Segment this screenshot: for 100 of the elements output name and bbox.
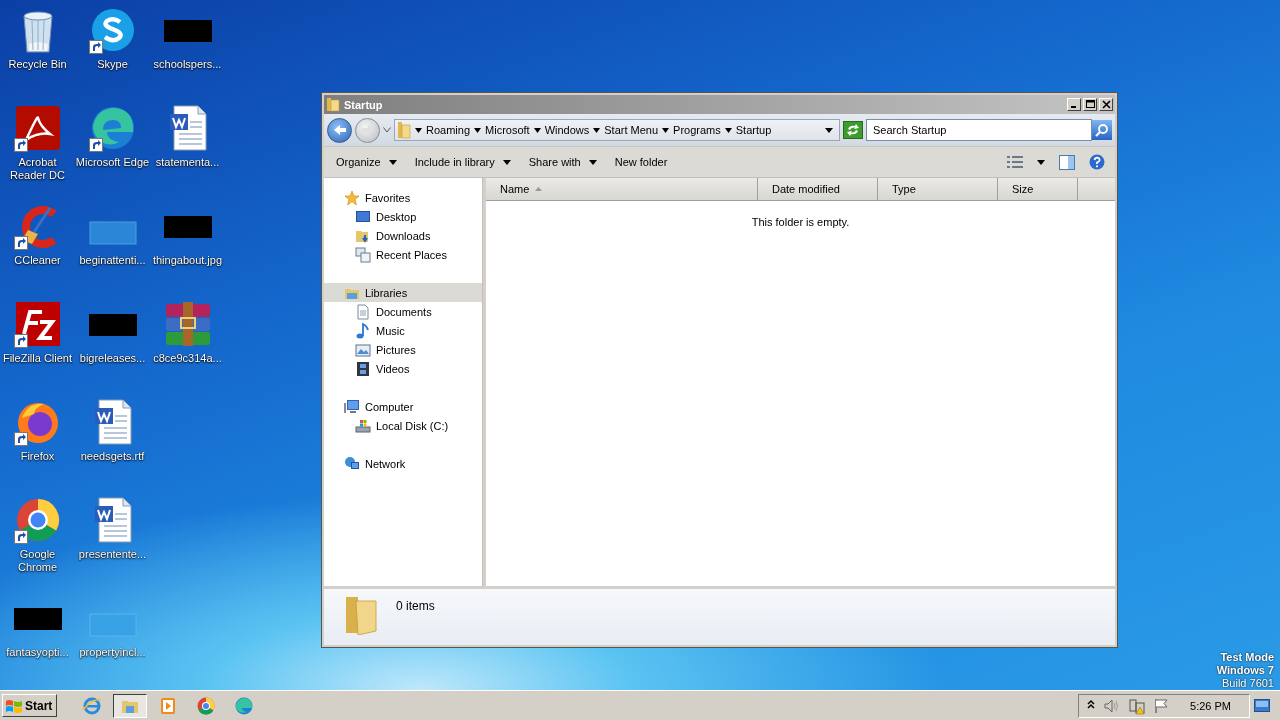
star-icon	[344, 189, 360, 206]
windows-flag-icon	[5, 697, 23, 714]
desktop-icon-label[interactable]: Google Chrome	[0, 548, 75, 574]
breadcrumb-link[interactable]: Roaming	[426, 124, 471, 136]
music-note-icon	[355, 322, 371, 339]
desktop-icon-label[interactable]: c8ce9c314a...	[153, 352, 222, 365]
desktop-icon-label[interactable]: Recycle Bin	[8, 58, 67, 71]
globe-e-icon	[82, 695, 103, 716]
minimize-button[interactable]	[1067, 98, 1081, 111]
nav-item-label: Favorites	[365, 191, 411, 204]
desktop-icon-label[interactable]: beginattenti...	[79, 254, 146, 267]
nav-item-label: Recent Places	[376, 248, 447, 261]
network-warning-icon[interactable]	[1128, 696, 1146, 715]
window-title: Startup	[344, 98, 384, 111]
desktop-icon-label[interactable]: bigreleases...	[79, 352, 146, 365]
nav-pane-item[interactable]: Local Disk (C:)	[324, 416, 482, 435]
search-icon	[1095, 123, 1109, 137]
caret-icon[interactable]	[724, 127, 732, 133]
desktop-icon-label[interactable]: statementa...	[155, 156, 220, 169]
toolbar-button[interactable]: Organize	[330, 153, 403, 171]
nav-item-label: Documents	[376, 305, 432, 318]
desktop-icon-label[interactable]: schoolspers...	[153, 58, 222, 71]
folder-icon	[397, 121, 411, 139]
column-header[interactable]: Size	[998, 178, 1078, 200]
nav-pane-item[interactable]: Pictures	[324, 340, 482, 359]
breadcrumb-link[interactable]: Start Menu	[604, 124, 659, 136]
empty-folder-message: This folder is empty.	[750, 215, 851, 228]
system-notice-text: Test Mode	[1219, 651, 1274, 664]
back-button[interactable]	[327, 117, 352, 143]
nav-item-label: Computer	[365, 400, 414, 413]
taskbar-app-button[interactable]	[113, 693, 148, 718]
desktop-icon-label[interactable]: FileZilla Client	[2, 352, 73, 365]
nav-item-label: Desktop	[376, 210, 417, 223]
caret-icon[interactable]	[415, 127, 422, 133]
caret-icon[interactable]	[474, 127, 482, 133]
pane-layout-icon	[1059, 154, 1075, 170]
caret-icon[interactable]	[593, 127, 601, 133]
breadcrumb-link[interactable]: Microsoft	[485, 124, 530, 136]
nav-pane-item[interactable]: Network	[324, 454, 482, 473]
archive-books-icon[interactable]	[163, 300, 212, 348]
maximize-icon	[1085, 100, 1095, 109]
wave-browser-icon	[234, 695, 255, 716]
desktop-icon-label[interactable]: Acrobat Reader DC	[0, 156, 75, 182]
desktop-icon-label[interactable]: Skype	[97, 58, 128, 71]
caret-icon[interactable]	[662, 127, 670, 133]
close-icon	[1101, 100, 1111, 109]
column-header[interactable]: Type	[878, 178, 998, 200]
monitor-icon	[355, 208, 371, 225]
nav-item-label: Pictures	[376, 343, 416, 356]
computer-icon	[344, 398, 360, 415]
caret-icon	[1037, 159, 1045, 165]
search-field[interactable]: Search Startup	[866, 119, 1092, 141]
nav-item-label: Local Disk (C:)	[376, 419, 449, 432]
column-header[interactable]: Date modified	[758, 178, 878, 200]
system-notice-text: Build 7601	[1221, 677, 1274, 690]
refresh-arrows-icon	[846, 124, 860, 136]
landscape-picture-icon	[355, 341, 371, 358]
desktop-icon-label[interactable]: presentente...	[78, 548, 147, 561]
nav-pane-item[interactable]: Desktop	[324, 207, 482, 226]
nav-pane-item[interactable]: Documents	[324, 302, 482, 321]
nav-pane-item[interactable]: Computer	[324, 397, 482, 416]
nav-pane-item[interactable]: Libraries	[324, 283, 482, 302]
clock[interactable]: 5:26 PM	[1176, 699, 1241, 712]
system-notice-text: Windows 7	[1216, 664, 1274, 677]
ftp-app-icon[interactable]	[13, 300, 62, 348]
flag-icon[interactable]	[1153, 696, 1169, 715]
column-header[interactable]: Name	[486, 178, 758, 200]
windows-stack-icon	[355, 246, 371, 263]
desktop-icon-label[interactable]: Microsoft Edge	[75, 156, 150, 169]
nav-pane-item[interactable]: Recent Places	[324, 245, 482, 264]
breadcrumb-link[interactable]: Windows	[544, 124, 590, 136]
toolbar-button[interactable]: Share with	[522, 153, 603, 171]
dropdown-caret-icon[interactable]	[825, 127, 833, 133]
desktop-icon-label[interactable]: thingabout.jpg	[152, 254, 223, 267]
desktop-icon-label[interactable]: needsgets.rtf	[80, 450, 145, 463]
desktop-icon-label[interactable]: Firefox	[20, 450, 55, 463]
folder-icon	[326, 97, 340, 112]
nav-pane-item[interactable]: Downloads	[324, 226, 482, 245]
breadcrumb-link[interactable]: Programs	[673, 124, 721, 136]
nav-pane-item[interactable]: Favorites	[324, 188, 482, 207]
back-arrow-icon	[332, 124, 347, 136]
show-desktop-icon[interactable]	[1254, 698, 1270, 713]
close-button[interactable]	[1099, 98, 1113, 111]
toolbar-button[interactable]: Include in library	[408, 153, 517, 171]
start-button[interactable]: Start	[2, 694, 58, 717]
breadcrumb-link[interactable]: Startup	[735, 124, 772, 136]
nav-item-label: Music	[376, 324, 405, 337]
nav-pane-item[interactable]: Music	[324, 321, 482, 340]
address-bar[interactable]: Roaming Microsoft Windows Start Menu Programs Startup	[394, 119, 840, 141]
refresh-button[interactable]	[843, 121, 863, 139]
toolbar-button[interactable]: New folder	[608, 153, 674, 171]
search-button[interactable]	[1092, 120, 1112, 140]
nav-pane-item[interactable]: Videos	[324, 359, 482, 378]
maximize-button[interactable]	[1083, 98, 1097, 111]
desktop-icon-label[interactable]: CCleaner	[14, 254, 61, 267]
item-count: 0 items	[396, 598, 435, 613]
pdf-app-icon[interactable]	[13, 104, 62, 152]
nav-item-label: Network	[365, 457, 406, 470]
caret-icon[interactable]	[533, 127, 541, 133]
network-globe-icon	[344, 455, 360, 472]
